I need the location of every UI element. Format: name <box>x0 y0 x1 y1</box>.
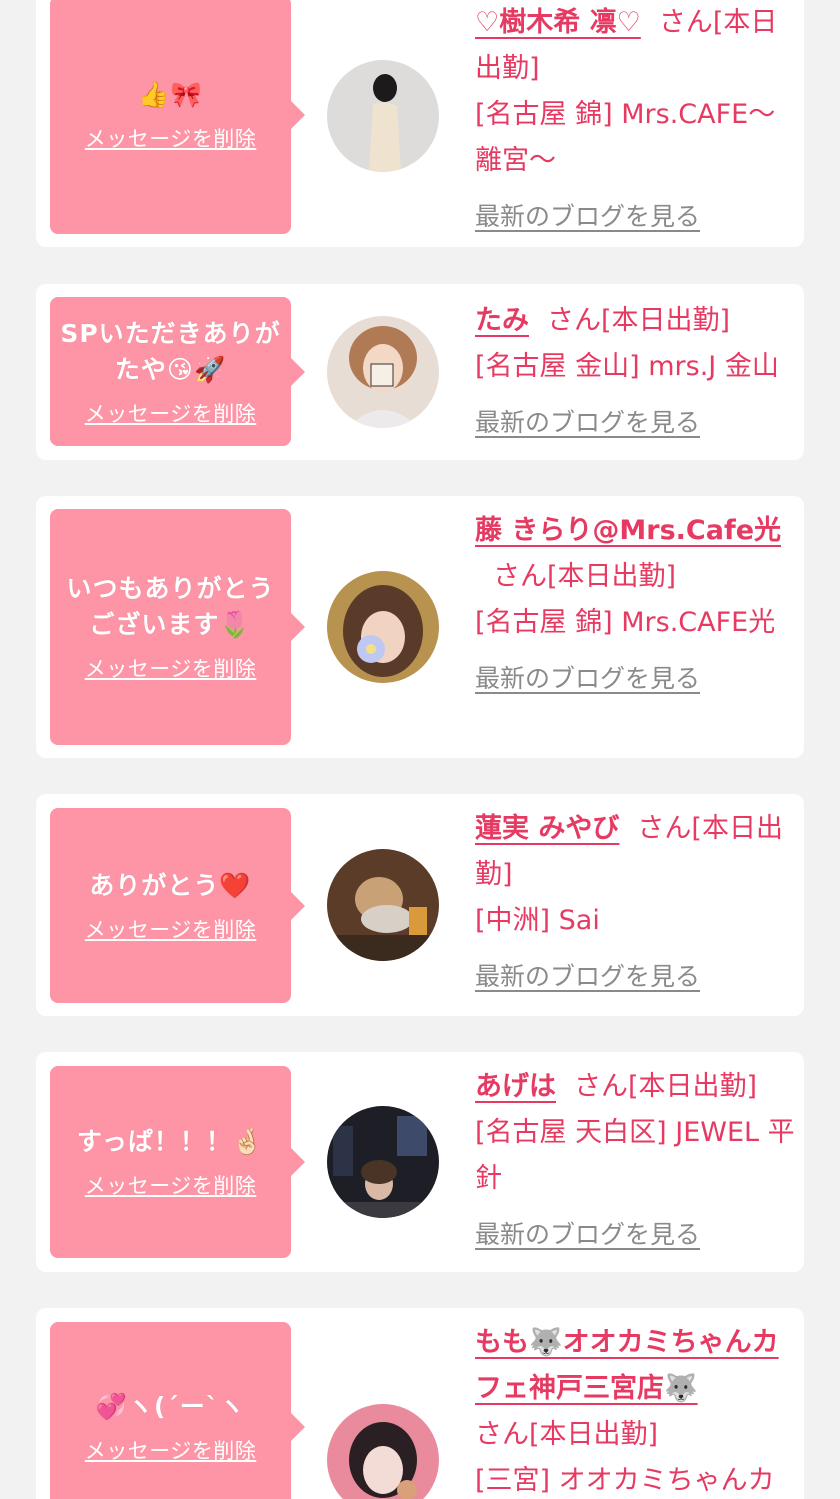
cast-name-link[interactable]: もも🐺オオカミちゃんカフェ神戸三宮店🐺 <box>475 1327 779 1404</box>
honorific: さん <box>475 1419 529 1450</box>
cast-name-link[interactable]: たみ <box>475 305 529 336</box>
honorific: さん <box>493 561 547 592</box>
message-text: ありがとう❤️ <box>89 870 252 900</box>
cast-info: ♡樹木希 凛♡ さん[本日出勤] [名古屋 錦] Mrs.CAFE〜離宮〜 最新の… <box>475 0 795 240</box>
latest-blog-link[interactable]: 最新のブログを見る <box>475 954 700 1000</box>
message-bubble: SPいただきありがたや😘🚀 メッセージを削除 <box>50 297 305 446</box>
honorific: さん <box>637 813 692 844</box>
cast-name-link[interactable]: ♡樹木希 凛♡ <box>475 7 641 38</box>
cast-name-link[interactable]: 蓮実 みやび <box>475 813 619 844</box>
work-status: [本日出勤] <box>547 561 677 592</box>
avatar[interactable] <box>327 849 439 961</box>
work-status: [本日出勤] <box>529 1419 659 1450</box>
message-bubble: ありがとう❤️ メッセージを削除 <box>50 808 305 1003</box>
shop-name: [三宮] オオカミちゃんカフェ <box>475 1465 775 1496</box>
cast-info: 藤 きらり@Mrs.Cafe光さん[本日出勤] [名古屋 錦] Mrs.CAFE… <box>475 508 795 702</box>
message-card: いつもありがとうございます🌷 メッセージを削除 藤 きらり@Mrs.Cafe光さ… <box>36 496 804 758</box>
delete-message-link[interactable]: メッセージを削除 <box>85 398 257 428</box>
message-card: 💞ヽ(´ー`ヽ メッセージを削除 もも🐺オオカミちゃんカフェ神戸三宮店🐺 さん[… <box>36 1308 804 1499</box>
shop-name: [名古屋 錦] Mrs.CAFE光 <box>475 607 776 638</box>
honorific: さん <box>658 7 713 38</box>
honorific: さん <box>574 1071 628 1102</box>
shop-name: [名古屋 天白区] JEWEL 平針 <box>475 1117 795 1194</box>
cast-info: あげは さん[本日出勤] [名古屋 天白区] JEWEL 平針 最新のブログを見る <box>475 1064 795 1258</box>
work-status: [本日出勤] <box>601 305 731 336</box>
delete-message-link[interactable]: メッセージを削除 <box>85 914 257 944</box>
delete-message-link[interactable]: メッセージを削除 <box>85 653 257 683</box>
avatar[interactable] <box>327 1404 439 1499</box>
latest-blog-link[interactable]: 最新のブログを見る <box>475 1212 700 1258</box>
avatar[interactable] <box>327 571 439 683</box>
latest-blog-link[interactable]: 最新のブログを見る <box>475 194 700 240</box>
message-bubble: すっぱ！！！🤞🏻 メッセージを削除 <box>50 1066 305 1258</box>
avatar[interactable] <box>327 316 439 428</box>
shop-name: [名古屋 錦] Mrs.CAFE〜離宮〜 <box>475 99 776 176</box>
message-card: SPいただきありがたや😘🚀 メッセージを削除 たみ さん[本日出勤] [名古屋 金… <box>36 284 804 460</box>
message-card: 👍🎀 メッセージを削除 ♡樹木希 凛♡ さん[本日出勤] [名古屋 錦] Mrs.… <box>36 0 804 247</box>
message-bubble: いつもありがとうございます🌷 メッセージを削除 <box>50 509 305 745</box>
message-text: すっぱ！！！🤞🏻 <box>76 1127 265 1156</box>
latest-blog-link[interactable]: 最新のブログを見る <box>475 400 700 446</box>
message-bubble: 👍🎀 メッセージを削除 <box>50 0 305 234</box>
avatar[interactable] <box>327 1106 439 1218</box>
delete-message-link[interactable]: メッセージを削除 <box>85 123 257 153</box>
cast-info: もも🐺オオカミちゃんカフェ神戸三宮店🐺 さん[本日出勤] [三宮] オオカミちゃ… <box>475 1320 795 1499</box>
message-text: 💞ヽ(´ー`ヽ <box>95 1392 246 1421</box>
shop-name: [名古屋 金山] mrs.J 金山 <box>475 351 779 382</box>
delete-message-link[interactable]: メッセージを削除 <box>85 1170 257 1200</box>
message-text: 👍🎀 <box>138 80 203 109</box>
cast-info: たみ さん[本日出勤] [名古屋 金山] mrs.J 金山 最新のブログを見る <box>475 298 795 446</box>
message-card: ありがとう❤️ メッセージを削除 蓮実 みやび さん[本日出勤] [中洲] Sai… <box>36 794 804 1016</box>
cast-info: 蓮実 みやび さん[本日出勤] [中洲] Sai 最新のブログを見る <box>475 806 795 1000</box>
delete-message-link[interactable]: メッセージを削除 <box>85 1435 257 1465</box>
work-status: [本日出勤] <box>628 1071 758 1102</box>
shop-name: [中洲] Sai <box>475 905 600 936</box>
message-text: SPいただきありがたや😘🚀 <box>60 318 281 384</box>
message-text: いつもありがとうございます🌷 <box>66 574 275 639</box>
cast-name-link[interactable]: あげは <box>475 1071 556 1102</box>
honorific: さん <box>547 305 601 336</box>
message-bubble: 💞ヽ(´ー`ヽ メッセージを削除 <box>50 1322 305 1499</box>
latest-blog-link[interactable]: 最新のブログを見る <box>475 656 700 702</box>
avatar[interactable] <box>327 60 439 172</box>
cast-name-link[interactable]: 藤 きらり@Mrs.Cafe光 <box>475 515 781 546</box>
message-card: すっぱ！！！🤞🏻 メッセージを削除 あげは さん[本日出勤] [名古屋 天白区] … <box>36 1052 804 1272</box>
